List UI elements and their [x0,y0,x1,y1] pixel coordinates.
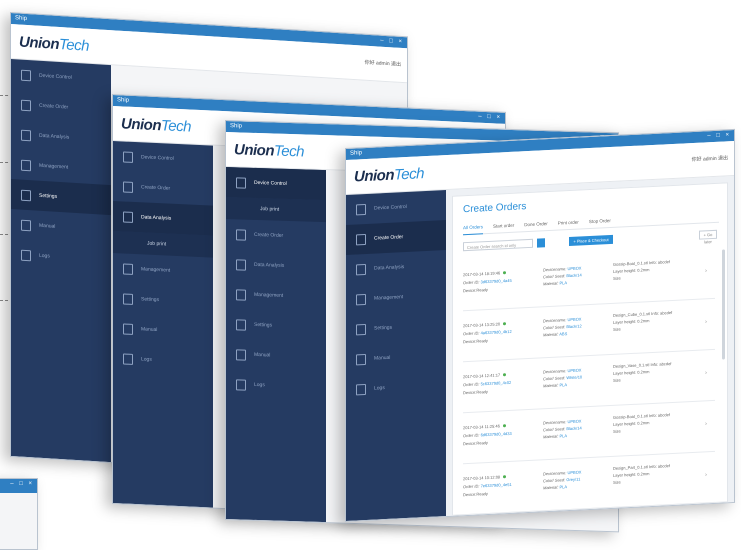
gear-icon [356,323,366,336]
main-content: Create Orders All Orders Start order Don… [446,175,734,517]
sidebar-item-create-order[interactable]: Create Order [346,220,446,255]
gear-icon [236,319,246,331]
dialog-titlebar: – □ × [0,479,37,493]
user-icon [21,159,31,172]
order-tabs: All Orders Start order Done Order Print … [463,209,719,236]
sidebar-item-device[interactable]: Device Control [346,190,446,225]
status-dot-icon [503,475,507,479]
search-button[interactable] [537,238,545,248]
tab-print-order[interactable]: Print order [558,217,579,230]
book-icon [21,219,31,232]
chart-icon [356,263,366,276]
user-icon [123,263,133,275]
sidebar-item-analysis[interactable]: Data Analysis [346,250,446,285]
scrollbar[interactable] [722,249,725,360]
list-icon [21,249,31,262]
chevron-right-icon[interactable]: › [705,319,707,325]
window-title: Ship [230,123,243,130]
user-menu[interactable]: 你好 admin 退出 [692,154,728,163]
sidebar-item-device[interactable]: Device Control [113,141,213,176]
orders-list: 2017-03-14 18:19:46 Order ID: 3d63379d0_… [463,247,715,516]
page-title: Create Orders [463,201,527,216]
chevron-right-icon[interactable]: › [705,472,707,478]
user-icon [356,293,366,306]
window-title: Ship [15,15,28,23]
document-icon [236,229,246,241]
list-icon [236,379,246,391]
sidebar-item-logs[interactable]: Logs [113,343,213,378]
sidebar-item-settings[interactable]: Settings [226,309,326,342]
document-icon [21,99,31,112]
secondary-button[interactable]: + Go later [699,229,717,244]
sidebar-item-manual[interactable]: Manual [113,313,213,348]
status-dot-icon [503,271,507,275]
chevron-right-icon[interactable]: › [705,370,707,376]
sidebar-item-management[interactable]: Management [113,253,213,288]
sidebar-item-logs[interactable]: Logs [11,239,111,275]
window-title: Ship [117,97,130,104]
chevron-right-icon[interactable]: › [705,268,707,274]
chart-icon [236,259,246,271]
book-icon [123,323,133,335]
printer-icon [356,203,366,216]
brand-logo: UnionTech [234,141,304,161]
sidebar-item-settings[interactable]: Settings [346,310,446,345]
sidebar: Device Control Create Order Data Analysi… [346,190,446,521]
document-icon [123,181,133,193]
sidebar-item-management[interactable]: Management [226,279,326,312]
sidebar-item-analysis[interactable]: Data Analysis [226,249,326,282]
status-dot-icon [502,424,506,428]
sidebar-item-manual[interactable]: Manual [226,339,326,372]
sidebar: Device Control Create Order Data Analysi… [113,141,213,508]
brand-logo: UnionTech [121,115,191,136]
user-menu[interactable]: 你好 admin 退出 [365,59,401,68]
gear-icon [123,293,133,305]
tab-all-orders[interactable]: All Orders [463,221,484,236]
app-window-front: Ship – □ × UnionTech 你好 admin 退出 Device … [345,128,735,522]
brand-logo: UnionTech [354,165,424,186]
sidebar: Device Control Create Order Data Analysi… [11,59,111,463]
list-icon [123,353,133,365]
status-dot-icon [503,322,507,326]
dialog-controls[interactable]: – □ × [10,479,34,490]
gear-icon [21,189,31,202]
printer-icon [123,151,133,163]
sidebar-item-create-order[interactable]: Create Order [113,171,213,206]
sidebar-item-management[interactable]: Management [346,280,446,315]
sidebar-item-device[interactable]: Device Control [226,167,326,201]
list-icon [356,383,366,396]
printer-icon [236,177,246,189]
sidebar-item-logs[interactable]: Logs [226,369,326,402]
user-icon [236,289,246,301]
search-input[interactable]: Create Order search id only [463,238,533,252]
book-icon [236,349,246,361]
sidebar: Device Control Job print Create Order Da… [226,167,326,523]
sidebar-item-manual[interactable]: Manual [346,340,446,375]
chart-icon [123,211,133,223]
sidebar-item-logs[interactable]: Logs [346,370,446,405]
tab-done-order[interactable]: Done Order [524,218,548,231]
small-dialog-window: – □ × [0,478,38,550]
chevron-right-icon[interactable]: › [705,421,707,427]
brand-logo: UnionTech [19,33,89,55]
place-order-button[interactable]: + Place & Checkout [569,234,613,247]
list-item[interactable]: 2017-03-14 10:12:08 Order ID: 7e63379d0_… [463,451,715,516]
tab-stop-order[interactable]: Stop Order [589,215,611,228]
document-icon [356,233,366,246]
status-dot-icon [503,373,507,377]
orders-panel: Create Orders All Orders Start order Don… [452,182,728,516]
chart-icon [21,129,31,142]
book-icon [356,353,366,366]
window-title: Ship [350,150,363,157]
sidebar-item-settings[interactable]: Settings [113,283,213,318]
sidebar-item-create-order[interactable]: Create Order [226,219,326,252]
printer-icon [21,69,31,82]
sidebar-subitem[interactable]: Job print [226,197,326,223]
tab-start-order[interactable]: Start order [493,220,514,233]
sidebar-item-analysis[interactable]: Data Analysis [113,201,213,236]
